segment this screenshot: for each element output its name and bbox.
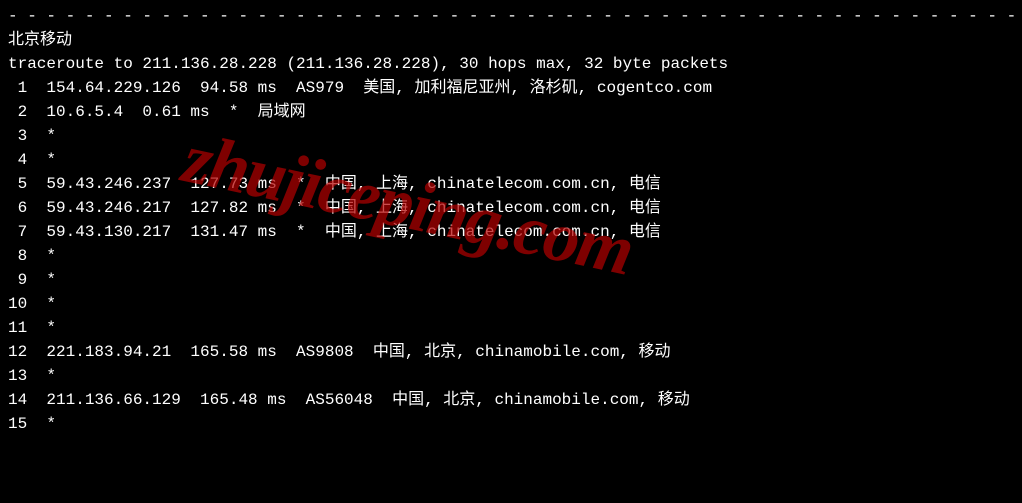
hop-detail: 211.136.66.129 165.48 ms AS56048 中国, 北京,… <box>27 391 690 409</box>
hop-number: 7 <box>8 220 27 244</box>
traceroute-header: traceroute to 211.136.28.228 (211.136.28… <box>8 52 1014 76</box>
hop-line: 12 221.183.94.21 165.58 ms AS9808 中国, 北京… <box>8 340 1014 364</box>
hop-detail: 10.6.5.4 0.61 ms * 局域网 <box>27 103 305 121</box>
hop-line: 15 * <box>8 412 1014 436</box>
hop-detail: 154.64.229.126 94.58 ms AS979 美国, 加利福尼亚州… <box>27 79 712 97</box>
hop-line: 9 * <box>8 268 1014 292</box>
hop-number: 9 <box>8 268 27 292</box>
hop-line: 3 * <box>8 124 1014 148</box>
trace-title: 北京移动 <box>8 28 1014 52</box>
hop-number: 15 <box>8 412 27 436</box>
hop-number: 4 <box>8 148 27 172</box>
hop-detail: 59.43.130.217 131.47 ms * 中国, 上海, chinat… <box>27 223 661 241</box>
hop-detail: 221.183.94.21 165.58 ms AS9808 中国, 北京, c… <box>27 343 670 361</box>
hop-line: 14 211.136.66.129 165.48 ms AS56048 中国, … <box>8 388 1014 412</box>
hop-line: 10 * <box>8 292 1014 316</box>
hop-detail: * <box>27 151 56 169</box>
hop-detail: * <box>27 271 56 289</box>
divider-line: - - - - - - - - - - - - - - - - - - - - … <box>8 4 1014 28</box>
hop-line: 7 59.43.130.217 131.47 ms * 中国, 上海, chin… <box>8 220 1014 244</box>
hop-detail: * <box>27 415 56 433</box>
hop-line: 1 154.64.229.126 94.58 ms AS979 美国, 加利福尼… <box>8 76 1014 100</box>
hop-number: 6 <box>8 196 27 220</box>
hop-number: 1 <box>8 76 27 100</box>
hop-line: 11 * <box>8 316 1014 340</box>
hop-number: 8 <box>8 244 27 268</box>
hop-number: 5 <box>8 172 27 196</box>
hop-line: 8 * <box>8 244 1014 268</box>
hop-line: 13 * <box>8 364 1014 388</box>
hop-detail: * <box>27 127 56 145</box>
hop-line: 5 59.43.246.237 127.73 ms * 中国, 上海, chin… <box>8 172 1014 196</box>
hop-line: 4 * <box>8 148 1014 172</box>
hop-number: 3 <box>8 124 27 148</box>
hop-line: 2 10.6.5.4 0.61 ms * 局域网 <box>8 100 1014 124</box>
hop-number: 13 <box>8 364 27 388</box>
hop-detail: * <box>27 367 56 385</box>
hop-number: 14 <box>8 388 27 412</box>
hop-detail: * <box>27 247 56 265</box>
hop-detail: 59.43.246.217 127.82 ms * 中国, 上海, chinat… <box>27 199 661 217</box>
hop-number: 10 <box>8 292 27 316</box>
hop-number: 11 <box>8 316 27 340</box>
hop-line: 6 59.43.246.217 127.82 ms * 中国, 上海, chin… <box>8 196 1014 220</box>
hop-number: 2 <box>8 100 27 124</box>
hop-detail: * <box>27 295 56 313</box>
hop-number: 12 <box>8 340 27 364</box>
hops-list: 1 154.64.229.126 94.58 ms AS979 美国, 加利福尼… <box>8 76 1014 436</box>
hop-detail: * <box>27 319 56 337</box>
hop-detail: 59.43.246.237 127.73 ms * 中国, 上海, chinat… <box>27 175 661 193</box>
